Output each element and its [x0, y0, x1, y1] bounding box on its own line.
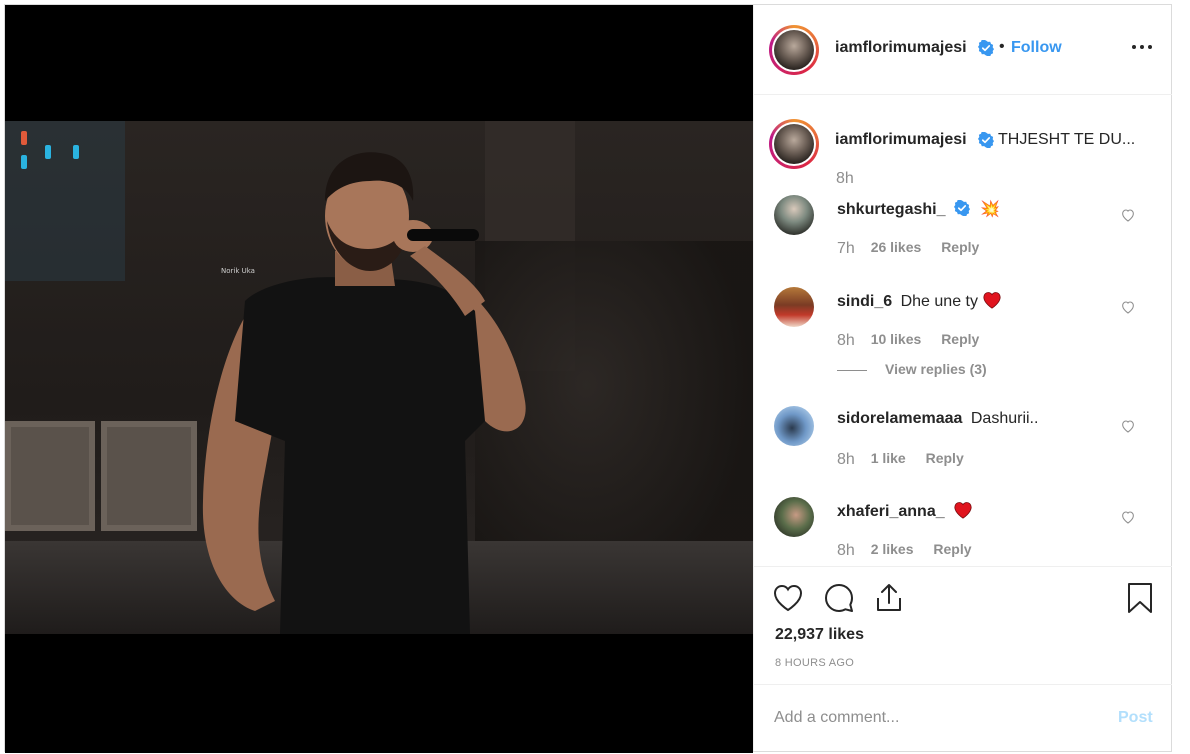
commenter-avatar[interactable] — [774, 287, 814, 327]
caption-avatar[interactable] — [769, 119, 819, 169]
commenter-avatar[interactable] — [774, 195, 814, 235]
comment-username[interactable]: shkurtegashi_ — [837, 201, 945, 218]
like-comment-heart-icon[interactable] — [1120, 299, 1136, 315]
comment-bubble-icon[interactable] — [822, 581, 856, 615]
replies-divider — [837, 369, 867, 371]
comment-time[interactable]: 8h — [837, 542, 855, 559]
comment-line: sindi_6 Dhe une ty — [837, 291, 1002, 311]
commenter-avatar[interactable] — [774, 406, 814, 446]
verified-badge-icon — [978, 132, 994, 148]
comment-time[interactable]: 8h — [837, 451, 855, 468]
caption-username[interactable]: iamflorimumajesi — [835, 131, 967, 149]
author-username[interactable]: iamflorimumajesi — [835, 39, 967, 57]
comment-time[interactable]: 7h — [837, 240, 855, 257]
likes-count[interactable]: 22,937 likes — [775, 626, 864, 644]
like-comment-heart-icon[interactable] — [1120, 509, 1136, 525]
commenter-avatar[interactable] — [774, 497, 814, 537]
verified-badge-icon — [953, 200, 970, 216]
post-caption: iamflorimumajesi THJESHT TE DU... 8h — [769, 119, 1169, 189]
like-comment-heart-icon[interactable] — [1120, 207, 1136, 223]
red-heart-emoji-icon — [983, 292, 1002, 309]
comment-likes[interactable]: 26 likes — [871, 239, 922, 255]
comment-text: 💥 — [980, 201, 1001, 218]
comment-meta: 8h 2 likes Reply — [837, 541, 972, 560]
post-actions: 22,937 likes 8 HOURS AGO — [754, 566, 1172, 684]
share-icon[interactable] — [872, 581, 906, 615]
more-options-icon[interactable] — [1129, 35, 1155, 59]
decor-panel — [5, 421, 95, 531]
comment-line: shkurtegashi_ 💥 — [837, 199, 1000, 219]
comment-meta: 8h 1 like Reply — [837, 450, 964, 469]
comment-text: Dhe une ty — [900, 293, 978, 310]
decor-panel — [101, 421, 197, 531]
reply-button[interactable]: Reply — [941, 331, 979, 347]
comment-likes[interactable]: 1 like — [871, 450, 906, 466]
reply-button[interactable]: Reply — [926, 450, 964, 466]
singer-figure — [202, 152, 526, 634]
reply-button[interactable]: Reply — [933, 541, 971, 557]
add-comment-bar: Post — [754, 684, 1172, 751]
comment-time[interactable]: 8h — [837, 332, 855, 349]
view-replies-label: View replies (3) — [885, 361, 987, 377]
bookmark-icon[interactable] — [1123, 581, 1157, 615]
comment-meta: 7h 26 likes Reply — [837, 239, 979, 258]
comments-list[interactable]: iamflorimumajesi THJESHT TE DU... 8h shk… — [754, 95, 1172, 566]
author-avatar[interactable] — [769, 25, 819, 75]
follow-button[interactable]: Follow — [1011, 39, 1062, 57]
separator-dot: • — [999, 38, 1005, 55]
like-heart-icon[interactable] — [771, 581, 805, 615]
stage-light — [21, 155, 27, 169]
comment-username[interactable]: xhaferi_anna_ — [837, 503, 945, 520]
stage-light — [73, 145, 79, 159]
post-media[interactable]: Norik Uka — [5, 5, 753, 753]
comment-text: Dashurii.. — [970, 410, 1039, 427]
stage-light — [21, 131, 27, 145]
verified-badge-icon — [978, 40, 994, 56]
caption-text: THJESHT TE DU... — [998, 131, 1136, 148]
post-header: iamflorimumajesi • Follow — [754, 5, 1172, 95]
caption-time[interactable]: 8h — [836, 170, 854, 188]
view-replies-button[interactable]: View replies (3) — [837, 361, 987, 377]
post-photo[interactable]: Norik Uka — [5, 121, 753, 634]
comment-line: sidorelamemaaa Dashurii.. — [837, 410, 1038, 428]
reply-button[interactable]: Reply — [941, 239, 979, 255]
background-wall — [5, 121, 125, 281]
comment-input[interactable] — [774, 705, 1094, 731]
red-heart-emoji-icon — [954, 502, 972, 519]
comment-meta: 8h 10 likes Reply — [837, 331, 979, 350]
comment-username[interactable]: sindi_6 — [837, 293, 892, 310]
comment-likes[interactable]: 2 likes — [871, 541, 914, 557]
comment-likes[interactable]: 10 likes — [871, 331, 922, 347]
like-comment-heart-icon[interactable] — [1120, 418, 1136, 434]
instagram-post: Norik Uka iamflorimumajesi • Follow iamf… — [4, 4, 1172, 753]
post-comment-button[interactable]: Post — [1118, 709, 1153, 727]
stage-light — [45, 145, 51, 159]
post-timestamp[interactable]: 8 HOURS AGO — [775, 657, 854, 669]
comment-line: xhaferi_anna_ — [837, 501, 973, 521]
post-side-panel: iamflorimumajesi • Follow iamflorimumaje… — [753, 5, 1172, 751]
comment-username[interactable]: sidorelamemaaa — [837, 410, 962, 427]
